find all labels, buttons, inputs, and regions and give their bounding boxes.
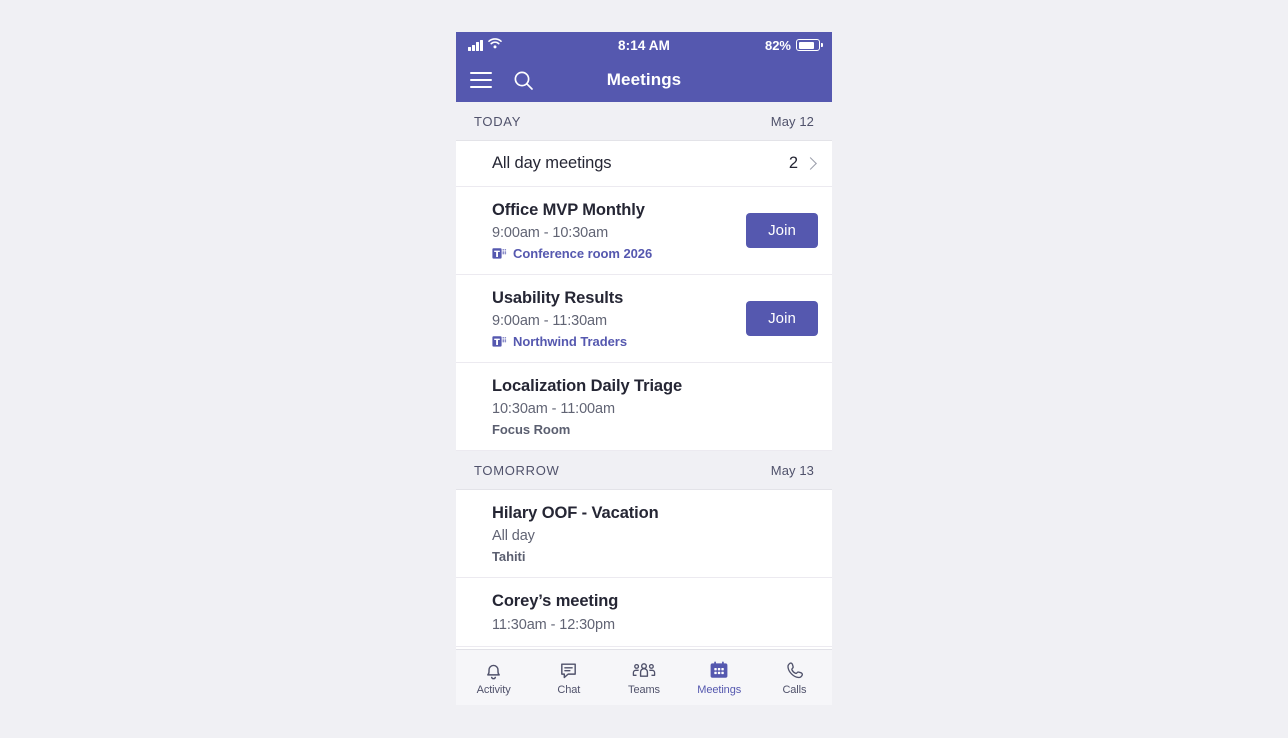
page-root: 8:14 AM 82% Meetings TODAY May 12 All da… — [0, 0, 1288, 738]
meeting-location-label: Focus Room — [492, 422, 571, 438]
availability-indicator — [472, 141, 479, 186]
tab-label: Calls — [782, 684, 807, 696]
meeting-title: Hilary OOF - Vacation — [492, 504, 659, 523]
meeting-item[interactable]: Corey’s meeting 11:30am - 12:30pm — [456, 578, 832, 647]
meeting-location-label: Tahiti — [492, 549, 526, 565]
app-bar-icons — [470, 70, 534, 91]
meeting-time: 9:00am - 11:30am — [492, 313, 608, 330]
meeting-title: Localization Daily Triage — [492, 377, 683, 396]
join-button[interactable]: Join — [746, 301, 818, 337]
tab-teams[interactable]: Teams — [606, 650, 681, 705]
meeting-time: 10:30am - 11:00am — [492, 401, 615, 418]
tab-meetings[interactable]: Meetings — [682, 650, 757, 705]
meetings-list[interactable]: TODAY May 12 All day meetings 2 Office M… — [456, 102, 832, 649]
tab-label: Meetings — [697, 684, 742, 696]
meeting-location-label: Conference room 2026 — [513, 246, 653, 262]
chevron-right-icon — [804, 157, 817, 170]
people-group-icon — [632, 659, 656, 681]
cellular-signal-icon — [468, 39, 483, 51]
battery-icon — [796, 39, 823, 51]
tab-chat[interactable]: Chat — [531, 650, 606, 705]
microsoft-teams-icon — [492, 247, 507, 260]
day-header-today: TODAY May 12 — [456, 102, 832, 141]
availability-indicator — [472, 187, 479, 274]
meeting-time: 11:30am - 12:30pm — [492, 616, 615, 633]
status-bar-left — [468, 36, 502, 54]
bell-icon — [483, 659, 504, 681]
availability-indicator — [472, 647, 479, 649]
join-button[interactable]: Join — [746, 213, 818, 249]
meeting-item[interactable]: Localization Daily Triage 10:30am - 11:0… — [456, 363, 832, 452]
hamburger-menu-icon[interactable] — [470, 72, 492, 88]
phone-screen: 8:14 AM 82% Meetings TODAY May 12 All da… — [456, 32, 832, 705]
meeting-time: All day — [492, 528, 535, 545]
battery-percent-label: 82% — [764, 37, 791, 53]
all-day-meetings-row[interactable]: All day meetings 2 — [456, 141, 832, 187]
meeting-item[interactable]: Office MVP Monthly 9:00am - 10:30am Conf… — [456, 187, 832, 276]
meeting-title: Corey’s meeting — [492, 592, 619, 611]
chat-bubble-icon — [558, 659, 579, 681]
day-header-date: May 13 — [770, 462, 814, 478]
meeting-item[interactable]: NEO — [456, 646, 832, 649]
all-day-meetings-label: All day meetings — [492, 154, 612, 172]
status-bar-right: 82% — [764, 37, 823, 53]
meeting-details: Corey’s meeting 11:30am - 12:30pm — [492, 578, 818, 645]
meeting-location: Conference room 2026 — [492, 246, 746, 261]
meeting-details: Localization Daily Triage 10:30am - 11:0… — [492, 363, 818, 450]
meeting-location-label: Northwind Traders — [513, 334, 627, 350]
day-header-date: May 12 — [770, 113, 814, 129]
meeting-title: Usability Results — [492, 289, 624, 308]
status-bar: 8:14 AM 82% — [456, 32, 832, 58]
meeting-item[interactable]: Usability Results 9:00am - 11:30am North… — [456, 275, 832, 364]
meeting-title: Office MVP Monthly — [492, 201, 645, 219]
availability-indicator — [472, 578, 479, 645]
tab-calls[interactable]: Calls — [757, 650, 832, 705]
app-bar: Meetings — [456, 58, 832, 102]
day-header-label: TODAY — [474, 113, 522, 129]
availability-indicator — [472, 490, 479, 577]
meeting-item[interactable]: Hilary OOF - Vacation All day Tahiti — [456, 490, 832, 579]
availability-indicator — [472, 363, 479, 450]
meeting-details: Office MVP Monthly 9:00am - 10:30am Conf… — [492, 187, 746, 274]
meeting-details: Hilary OOF - Vacation All day Tahiti — [492, 490, 818, 577]
tab-label: Teams — [628, 684, 660, 696]
all-day-meetings-count: 2 — [788, 154, 798, 172]
tab-activity[interactable]: Activity — [456, 650, 531, 705]
meeting-location: Northwind Traders — [492, 334, 746, 349]
availability-indicator — [472, 275, 479, 362]
meeting-details: Usability Results 9:00am - 11:30am North… — [492, 275, 746, 362]
phone-icon — [784, 659, 805, 681]
calendar-icon — [708, 659, 730, 681]
meeting-details: NEO — [492, 647, 818, 649]
meeting-location: Focus Room — [492, 422, 818, 437]
day-header-tomorrow: TOMORROW May 13 — [456, 451, 832, 491]
bottom-tab-bar: Activity Chat Teams Meetings Calls — [456, 649, 832, 705]
day-header-label: TOMORROW — [474, 462, 560, 478]
tab-label: Activity — [476, 684, 511, 696]
search-icon[interactable] — [513, 70, 534, 91]
wifi-icon — [487, 36, 502, 54]
microsoft-teams-icon — [492, 335, 507, 348]
meeting-time: 9:00am - 10:30am — [492, 225, 609, 242]
meeting-location: Tahiti — [492, 549, 818, 564]
tab-label: Chat — [557, 684, 581, 696]
